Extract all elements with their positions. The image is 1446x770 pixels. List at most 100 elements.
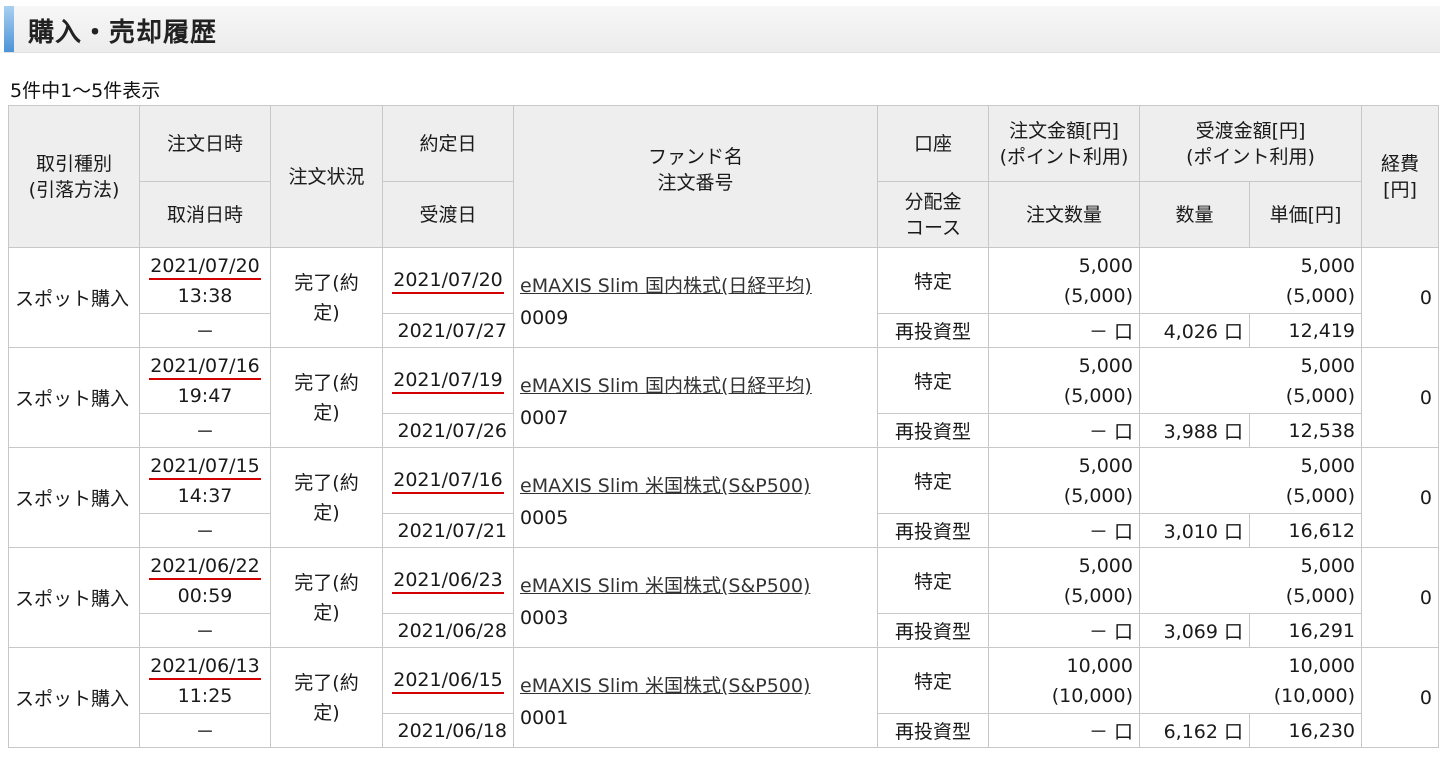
transaction-type: スポット購入 — [8, 447, 140, 548]
transaction-type: スポット購入 — [8, 547, 140, 648]
order-date: 2021/06/13 — [149, 654, 261, 680]
delivery-amount-cell: 5,000 (5,000) — [1138, 347, 1363, 414]
account-type: 特定 — [877, 247, 989, 314]
contract-date: 2021/07/16 — [392, 468, 504, 494]
contract-date: 2021/06/15 — [392, 668, 504, 694]
fee: 0 — [1361, 247, 1440, 348]
fee: 0 — [1361, 347, 1440, 448]
delivery-date: 2021/07/21 — [382, 513, 514, 548]
transaction-type: スポット購入 — [8, 347, 140, 448]
order-time: 13:38 — [177, 284, 233, 307]
order-date: 2021/06/22 — [149, 554, 261, 580]
unit-price: 12,538 — [1248, 413, 1363, 448]
order-date: 2021/07/15 — [149, 454, 261, 480]
delivery-date: 2021/07/27 — [382, 313, 514, 348]
order-datetime-cell: 2021/06/22 00:59 — [139, 547, 271, 614]
contract-date-cell: 2021/06/15 — [382, 647, 514, 714]
unit-price: 12,419 — [1248, 313, 1363, 348]
order-quantity: － 口 — [988, 513, 1140, 548]
order-amount-cell: 5,000 (5,000) — [988, 247, 1140, 314]
order-amount: 10,000 — [1066, 654, 1133, 677]
unit-price: 16,612 — [1248, 513, 1363, 548]
order-amount-cell: 10,000 (10,000) — [988, 647, 1140, 714]
quantity: 4,026 口 — [1139, 313, 1250, 348]
order-point: (10,000) — [1051, 684, 1133, 707]
distribution-course: 再投資型 — [877, 613, 989, 648]
order-quantity: － 口 — [988, 413, 1140, 448]
delivery-point: (5,000) — [1285, 284, 1356, 307]
table-row: スポット購入 2021/06/22 00:59 完了(約定) 2021/06/23 eMA… — [8, 547, 1440, 648]
fund-name-link[interactable]: eMAXIS Slim 国内株式(日経平均) — [520, 275, 812, 297]
header-quantity: 数量 — [1139, 181, 1250, 248]
delivery-amount-cell: 5,000 (5,000) — [1138, 547, 1363, 614]
account-type: 特定 — [877, 547, 989, 614]
quantity: 3,010 口 — [1139, 513, 1250, 548]
cancel-datetime: － — [139, 313, 271, 348]
order-amount-cell: 5,000 (5,000) — [988, 447, 1140, 514]
quantity: 3,988 口 — [1139, 413, 1250, 448]
order-status: 完了(約定) — [270, 447, 383, 548]
delivery-point: (5,000) — [1285, 484, 1356, 507]
order-time: 14:37 — [177, 484, 233, 507]
cancel-datetime: － — [139, 613, 271, 648]
table-row: スポット購入 2021/07/16 19:47 完了(約定) 2021/07/19 eMA… — [8, 347, 1440, 448]
order-datetime-cell: 2021/06/13 11:25 — [139, 647, 271, 714]
order-point: (5,000) — [1063, 484, 1133, 507]
order-datetime-cell: 2021/07/15 14:37 — [139, 447, 271, 514]
account-type: 特定 — [877, 647, 989, 714]
header-order-datetime: 注文日時 — [139, 105, 271, 182]
contract-date: 2021/07/19 — [392, 368, 504, 394]
order-number: 0005 — [520, 507, 569, 529]
fund-cell: eMAXIS Slim 国内株式(日経平均) 0009 — [513, 247, 878, 348]
fund-name-link[interactable]: eMAXIS Slim 米国株式(S&P500) — [520, 575, 810, 597]
header-delivery-date: 受渡日 — [382, 181, 514, 248]
fund-name-link[interactable]: eMAXIS Slim 米国株式(S&P500) — [520, 675, 810, 697]
order-quantity: － 口 — [988, 313, 1140, 348]
quantity: 6,162 口 — [1139, 713, 1250, 748]
unit-price: 16,230 — [1248, 713, 1363, 748]
title-accent-bar — [4, 6, 14, 52]
order-amount: 5,000 — [1078, 354, 1133, 377]
header-contract-date: 約定日 — [382, 105, 514, 182]
contract-date-cell: 2021/07/19 — [382, 347, 514, 414]
order-amount: 5,000 — [1078, 554, 1133, 577]
cancel-datetime: － — [139, 713, 271, 748]
contract-date: 2021/07/20 — [392, 268, 504, 294]
header-order-quantity: 注文数量 — [988, 181, 1140, 248]
delivery-amount: 5,000 — [1300, 254, 1356, 277]
contract-date: 2021/06/23 — [392, 568, 504, 594]
order-quantity: － 口 — [988, 713, 1140, 748]
fee: 0 — [1361, 447, 1440, 548]
header-transaction-type: 取引種別 (引落方法) — [8, 105, 140, 248]
order-status: 完了(約定) — [270, 347, 383, 448]
order-number: 0007 — [520, 407, 569, 429]
header-order-status: 注文状況 — [270, 105, 383, 248]
order-amount: 5,000 — [1078, 454, 1133, 477]
header-account: 口座 — [877, 105, 989, 182]
fund-name-link[interactable]: eMAXIS Slim 国内株式(日経平均) — [520, 375, 812, 397]
order-date: 2021/07/20 — [149, 254, 261, 280]
order-status: 完了(約定) — [270, 247, 383, 348]
distribution-course: 再投資型 — [877, 513, 989, 548]
delivery-amount-cell: 10,000 (10,000) — [1138, 647, 1363, 714]
header-fee: 経費 [円] — [1361, 105, 1440, 248]
fund-cell: eMAXIS Slim 米国株式(S&P500) 0003 — [513, 547, 878, 648]
delivery-amount-cell: 5,000 (5,000) — [1138, 447, 1363, 514]
result-count: 5件中1～5件表示 — [10, 80, 161, 102]
unit-price: 16,291 — [1248, 613, 1363, 648]
distribution-course: 再投資型 — [877, 713, 989, 748]
cancel-datetime: － — [139, 513, 271, 548]
order-number: 0003 — [520, 607, 569, 629]
fund-cell: eMAXIS Slim 米国株式(S&P500) 0001 — [513, 647, 878, 748]
order-time: 11:25 — [177, 684, 233, 707]
transaction-type: スポット購入 — [8, 247, 140, 348]
fee: 0 — [1361, 647, 1440, 748]
order-quantity: － 口 — [988, 613, 1140, 648]
header-fund-name: ファンド名 注文番号 — [513, 105, 878, 248]
fund-name-link[interactable]: eMAXIS Slim 米国株式(S&P500) — [520, 475, 810, 497]
order-time: 00:59 — [177, 584, 233, 607]
order-amount-cell: 5,000 (5,000) — [988, 347, 1140, 414]
header-unit-price: 単価[円] — [1248, 181, 1363, 248]
order-point: (5,000) — [1063, 284, 1133, 307]
delivery-point: (5,000) — [1285, 384, 1356, 407]
